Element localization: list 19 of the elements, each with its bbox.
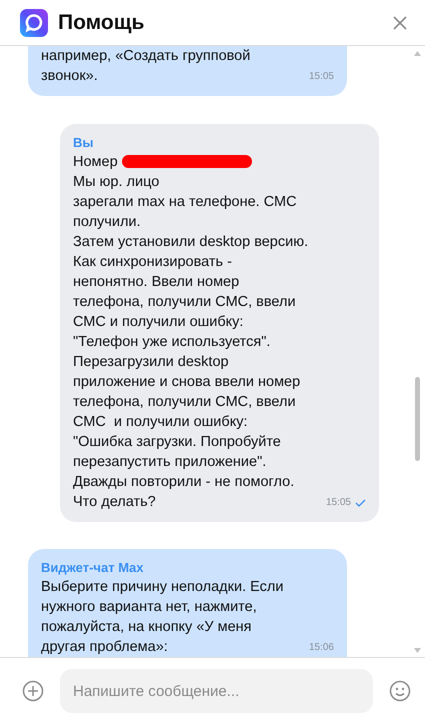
- message-text: Номер: [73, 152, 118, 172]
- attach-button[interactable]: [22, 680, 44, 702]
- message-text: Мы юр. лицо зарегали max на телефоне. СМС получили. Затем установили desktop версию. Как синхронизировать - непонятно. Ввели номер телефона, получили СМС, ввели СМС и получили ошибку: "Телефон уже используется". Перезагрузили desktop приложение и снова ввели номер телефона, получили СМС, ввели СМС и получили ошибку: "Ошибка загрузки. Попробуйте перезапустить приложение". Дважды повторили - не помогло. Что делать?: [73, 172, 310, 512]
- window-title: Помощь: [58, 10, 146, 34]
- message-time: 15:06: [308, 641, 334, 655]
- close-icon: [393, 16, 407, 30]
- message-input[interactable]: Напишите сообщение...: [60, 669, 373, 713]
- sender-name: Вы: [73, 134, 94, 152]
- app-logo-icon: [20, 8, 48, 36]
- sender-name: Виджет-чат Max: [41, 559, 144, 577]
- message-time: 15:05: [308, 70, 334, 84]
- scroll-down-arrow-icon[interactable]: [414, 648, 421, 653]
- emoji-button[interactable]: [389, 680, 411, 702]
- smiley-icon: [389, 680, 411, 702]
- message-time: 15:05: [326, 496, 351, 510]
- scroll-up-arrow-icon[interactable]: [414, 51, 421, 56]
- message-text: Выберите причину неполадки. Если нужного варианта нет, нажмите, пожалуйста, на кнопку «У меня другая проблема»:: [41, 578, 284, 657]
- plus-icon: [22, 680, 44, 702]
- message-text: например, «Создать групповой звонок».: [41, 47, 252, 86]
